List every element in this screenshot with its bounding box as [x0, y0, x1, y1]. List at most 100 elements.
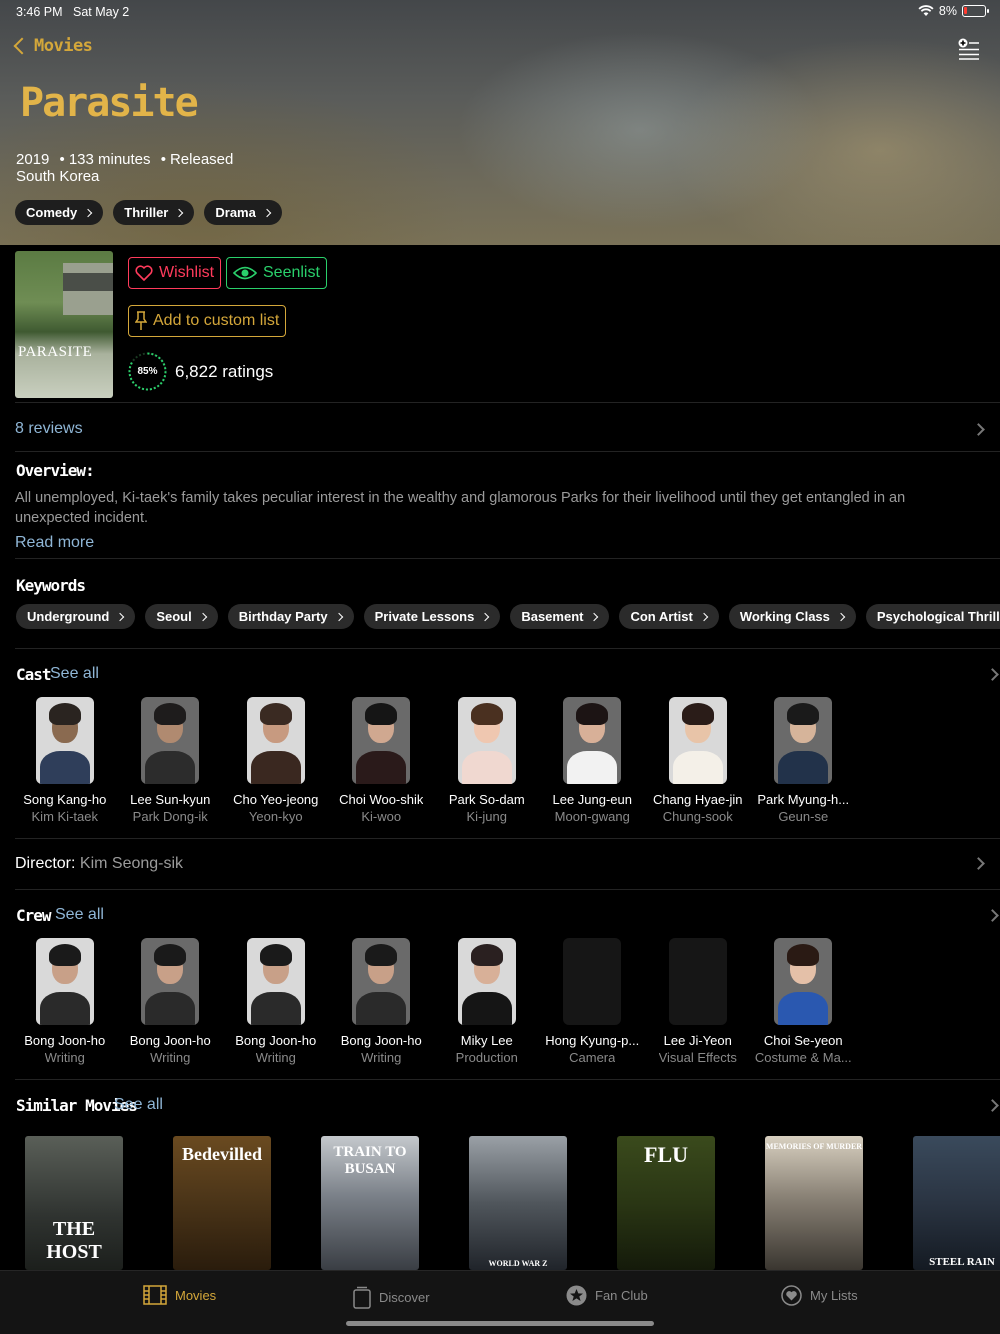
keyword-chip[interactable]: Seoul: [145, 604, 218, 629]
chevron-right-icon[interactable]: [972, 857, 985, 870]
reviews-link[interactable]: 8 reviews: [15, 420, 83, 438]
status-indicators: 8%: [918, 4, 989, 18]
wishlist-button[interactable]: Wishlist: [128, 257, 222, 289]
keyword-chip[interactable]: Con Artist: [619, 604, 719, 629]
similar-movie-poster[interactable]: THE HOST: [25, 1136, 123, 1270]
crew-member[interactable]: Miky Lee Production: [434, 938, 540, 1065]
keyword-chip[interactable]: Basement: [510, 604, 610, 629]
keyword-chip[interactable]: Birthday Party: [227, 604, 354, 629]
person-role: Yeon-kyo: [248, 809, 303, 824]
cast-member[interactable]: Song Kang-ho Kim Ki-taek: [12, 697, 118, 824]
cast-member[interactable]: Lee Sun-kyun Park Dong-ik: [118, 697, 224, 824]
movie-year: 2019: [16, 151, 50, 168]
person-photo: [246, 697, 305, 784]
heart-outline-icon: [135, 265, 153, 281]
cast-member[interactable]: Cho Yeo-jeong Yeon-kyo: [223, 697, 329, 824]
person-name: Hong Kyung-p...: [545, 1033, 640, 1048]
chevron-right-icon[interactable]: [986, 909, 999, 922]
person-photo: [457, 938, 516, 1025]
score-percent: 85%: [137, 366, 158, 377]
divider: [15, 1079, 1000, 1080]
poster-title: Bedevilled: [182, 1144, 262, 1164]
crew-member[interactable]: Bong Joon-ho Writing: [223, 938, 329, 1065]
chevron-right-icon: [84, 208, 93, 217]
person-photo: [563, 697, 622, 784]
heart-icon: [781, 1285, 802, 1306]
cast-heading: Cast: [16, 665, 52, 684]
tab-my-lists[interactable]: My Lists: [781, 1285, 858, 1306]
cast-member[interactable]: Park Myung-h... Geun-se: [751, 697, 857, 824]
person-name: Bong Joon-ho: [235, 1033, 317, 1048]
keyword-chip[interactable]: Underground: [16, 604, 136, 629]
person-name: Park Myung-h...: [757, 792, 850, 807]
chevron-right-icon[interactable]: [986, 668, 999, 681]
person-photo: [352, 938, 411, 1025]
poster-title: FLU: [644, 1142, 688, 1167]
wifi-icon: [918, 5, 934, 16]
poster-title: PARASITE: [18, 344, 93, 360]
star-icon: [566, 1285, 587, 1306]
seenlist-button[interactable]: Seenlist: [226, 257, 327, 289]
crew-member[interactable]: Bong Joon-ho Writing: [329, 938, 435, 1065]
tab-discover[interactable]: Discover: [353, 1285, 430, 1309]
add-to-list-icon[interactable]: [958, 38, 980, 60]
director-name: Kim Seong-sik: [79, 855, 184, 872]
crew-member[interactable]: Lee Ji-Yeon Visual Effects: [645, 938, 751, 1065]
read-more-link[interactable]: Read more: [15, 534, 94, 552]
person-name: Bong Joon-ho: [24, 1033, 106, 1048]
crew-member[interactable]: Choi Se-yeon Costume & Ma...: [751, 938, 857, 1065]
similar-movie-poster[interactable]: FLU: [617, 1136, 715, 1270]
similar-movie-poster[interactable]: WORLD WAR Z: [469, 1136, 567, 1270]
back-button[interactable]: Movies: [12, 36, 93, 56]
pin-icon: [135, 311, 147, 330]
similar-movie-poster[interactable]: TRAIN TO BUSAN: [321, 1136, 419, 1270]
divider: [15, 889, 1000, 890]
crew-member[interactable]: Bong Joon-ho Writing: [118, 938, 224, 1065]
cast-member[interactable]: Park So-dam Ki-jung: [434, 697, 540, 824]
tab-movies[interactable]: Movies: [143, 1285, 216, 1305]
crew-see-all-link[interactable]: See all: [55, 906, 104, 924]
genre-chip[interactable]: Thriller: [113, 200, 195, 225]
similar-movie-poster[interactable]: Bedevilled: [173, 1136, 271, 1270]
divider: [15, 451, 1000, 452]
person-photo: [668, 697, 727, 784]
tab-fan-club[interactable]: Fan Club: [566, 1285, 648, 1306]
divider: [15, 558, 1000, 559]
home-indicator: [346, 1321, 654, 1326]
cast-member[interactable]: Lee Jung-eun Moon-gwang: [540, 697, 646, 824]
person-name: Choi Se-yeon: [763, 1033, 843, 1048]
genre-chip[interactable]: Drama: [204, 200, 282, 225]
cast-list: Song Kang-ho Kim Ki-taek Lee Sun-kyun Pa…: [12, 697, 856, 824]
keywords-heading: Keywords: [16, 576, 86, 595]
person-role: Production: [455, 1050, 518, 1065]
person-role: Ki-jung: [466, 809, 507, 824]
cast-member[interactable]: Choi Woo-shik Ki-woo: [329, 697, 435, 824]
person-name: Chang Hyae-jin: [652, 792, 743, 807]
cast-see-all-link[interactable]: See all: [50, 665, 99, 683]
cast-member[interactable]: Chang Hyae-jin Chung-sook: [645, 697, 751, 824]
film-icon: [143, 1285, 167, 1305]
director-label: Director:: [15, 855, 76, 872]
keyword-chip[interactable]: Working Class: [728, 604, 856, 629]
similar-see-all-link[interactable]: See all: [114, 1096, 163, 1114]
crew-member[interactable]: Bong Joon-ho Writing: [12, 938, 118, 1065]
movie-poster[interactable]: PARASITE: [15, 251, 113, 398]
add-custom-list-button[interactable]: Add to custom list: [128, 305, 287, 337]
person-name: Bong Joon-ho: [340, 1033, 422, 1048]
back-label: Movies: [34, 36, 93, 56]
movie-status: Released: [169, 151, 234, 168]
chevron-right-icon[interactable]: [972, 423, 985, 436]
similar-movie-poster[interactable]: MEMORIES OF MURDER: [765, 1136, 863, 1270]
status-time: 3:46 PM Sat May 2: [16, 5, 130, 19]
ratings-count: 6,822 ratings: [175, 362, 274, 381]
crew-member[interactable]: Hong Kyung-p... Camera: [540, 938, 646, 1065]
similar-movie-poster[interactable]: STEEL RAIN: [913, 1136, 1000, 1270]
keyword-chip[interactable]: Psychological Thriller: [865, 604, 1000, 629]
person-role: Park Dong-ik: [132, 809, 208, 824]
keyword-chip[interactable]: Private Lessons: [363, 604, 501, 629]
genre-chip[interactable]: Comedy: [15, 200, 104, 225]
crew-heading: Crew: [16, 906, 52, 925]
chevron-right-icon[interactable]: [986, 1099, 999, 1112]
person-role: Chung-sook: [662, 809, 733, 824]
director-row[interactable]: Director: Kim Seong-sik: [15, 855, 183, 873]
